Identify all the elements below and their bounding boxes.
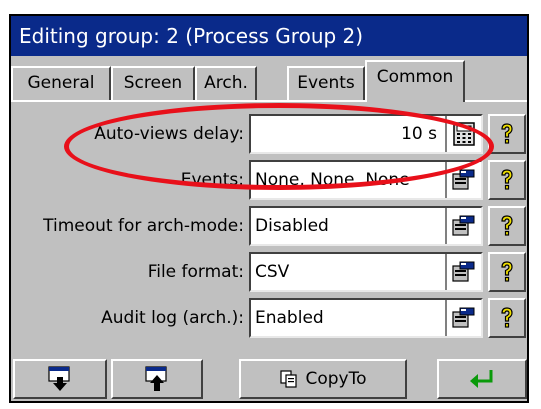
question-mark-icon [501,169,513,190]
tab-arch[interactable]: Arch. [195,66,257,100]
field-label: Timeout for arch-mode: [43,216,244,236]
field-row-file-format: File format: CSV [11,252,527,292]
field-row-events: Events: None, None, None [11,160,527,200]
question-mark-icon [501,123,513,144]
help-button[interactable] [488,160,526,200]
bottom-toolbar: CopyTo [11,359,527,401]
help-button[interactable] [488,298,526,338]
help-button[interactable] [488,252,526,292]
field-row-timeout-arch-mode: Timeout for arch-mode: Disabled [11,206,527,246]
auto-views-delay-field[interactable]: 10 s [249,114,483,154]
help-button[interactable] [488,206,526,246]
field-value: None, None, None [255,170,410,190]
field-value: CSV [255,262,290,282]
edit-dialog-icon[interactable] [445,300,481,336]
question-mark-icon [501,307,513,328]
field-row-audit-log: Audit log (arch.): Enabled [11,298,527,338]
field-value: Enabled [255,308,324,328]
field-label: Audit log (arch.): [101,308,244,328]
edit-dialog-icon[interactable] [445,254,481,290]
copy-icon [280,370,298,388]
question-mark-icon [501,261,513,282]
field-label: Auto-views delay: [94,124,244,144]
import-up-icon [145,366,167,391]
events-field[interactable]: None, None, None [249,160,483,200]
question-mark-icon [501,215,513,236]
calculator-icon[interactable] [445,116,481,152]
tab-common[interactable]: Common [365,60,465,102]
export-down-icon [48,366,70,391]
field-label: Events: [180,170,244,190]
import-up-button[interactable] [111,359,203,399]
window-title: Editing group: 2 (Process Group 2) [11,16,527,56]
edit-dialog-icon[interactable] [445,208,481,244]
file-format-field[interactable]: CSV [249,252,483,292]
field-value: Disabled [255,216,329,236]
tab-general[interactable]: General [11,66,111,100]
audit-log-field[interactable]: Enabled [249,298,483,338]
field-label: File format: [147,262,244,282]
tab-screen[interactable]: Screen [111,66,195,100]
tab-bar: General Screen Arch. Events Common [11,60,527,102]
field-value: 10 s [401,124,437,144]
edit-dialog-icon[interactable] [445,162,481,198]
tab-gap [257,66,287,100]
export-down-button[interactable] [13,359,107,399]
enter-icon [470,370,493,388]
help-button[interactable] [488,114,526,154]
copy-to-label: CopyTo [305,369,367,389]
timeout-arch-mode-field[interactable]: Disabled [249,206,483,246]
field-row-auto-views-delay: Auto-views delay: 10 s [11,114,527,154]
copy-to-button[interactable]: CopyTo [239,359,407,399]
enter-button[interactable] [437,359,527,399]
tab-events[interactable]: Events [287,66,365,100]
dialog-window: Editing group: 2 (Process Group 2) Gener… [9,14,529,403]
